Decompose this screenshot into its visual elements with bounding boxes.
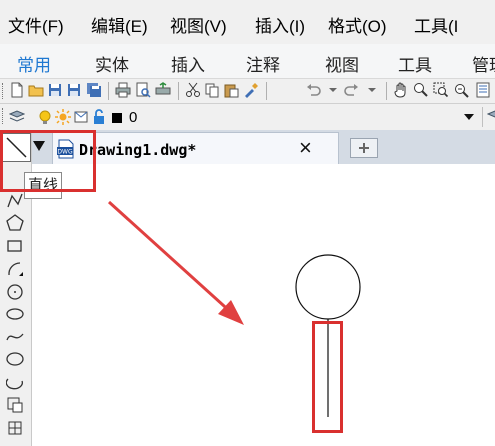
menu-file[interactable]: 文件(F) (8, 12, 64, 37)
menu-format[interactable]: 格式(O) (328, 12, 387, 37)
close-tab-icon[interactable]: × (299, 135, 312, 161)
undo-dropdown-icon[interactable] (325, 82, 341, 98)
print-preview-icon[interactable] (135, 82, 151, 98)
menu-bar: 文件(F) 编辑(E) 视图(V) 插入(I) 格式(O) 工具(I (0, 0, 495, 44)
properties-icon[interactable] (475, 82, 491, 98)
polygon-icon[interactable] (6, 214, 24, 232)
plus-icon (359, 143, 369, 153)
tab-solid[interactable]: 实体 (95, 51, 129, 76)
menu-insert[interactable]: 插入(I) (255, 12, 305, 37)
tab-tools[interactable]: 工具 (398, 51, 432, 76)
zoom-realtime-icon[interactable] (413, 82, 429, 98)
toolbar-grip[interactable] (2, 83, 6, 99)
tab-annotate[interactable]: 注释 (246, 51, 280, 76)
polyline-icon[interactable] (6, 192, 24, 210)
circle-icon[interactable] (6, 283, 24, 301)
lock-icon[interactable] (91, 109, 107, 125)
layer-color-swatch[interactable] (112, 113, 122, 123)
lightbulb-icon[interactable] (37, 109, 53, 125)
spline-icon[interactable] (6, 328, 24, 346)
new-icon[interactable] (9, 82, 25, 98)
menu-tools[interactable]: 工具(I (414, 12, 458, 37)
drawing-area (107, 200, 361, 417)
rectangle-icon[interactable] (6, 237, 24, 255)
menu-view[interactable]: 视图(V) (170, 12, 227, 37)
match-properties-icon[interactable] (243, 82, 259, 98)
publish-icon[interactable] (155, 82, 171, 98)
layer-manager-icon[interactable] (9, 109, 25, 125)
paste-icon[interactable] (223, 82, 239, 98)
make-block-icon[interactable] (6, 419, 24, 437)
layer-toolbar: 0 (0, 104, 495, 131)
ellipse-arc-icon[interactable] (6, 373, 24, 391)
undo-icon[interactable] (305, 82, 321, 98)
drawing-canvas[interactable] (32, 164, 495, 446)
save-as-icon[interactable] (66, 82, 82, 98)
new-tab-button[interactable] (350, 138, 378, 158)
zoom-window-icon[interactable] (433, 82, 449, 98)
layer-name-value[interactable]: 0 (129, 109, 137, 126)
copy-icon[interactable] (204, 82, 220, 98)
toolbar-grip[interactable] (2, 108, 6, 124)
redo-icon[interactable] (344, 82, 360, 98)
viewport-freeze-icon[interactable] (73, 109, 89, 125)
save-all-icon[interactable] (86, 82, 102, 98)
insert-block-icon[interactable] (6, 396, 24, 414)
arc-icon[interactable] (6, 260, 24, 278)
ellipse-icon[interactable] (6, 350, 24, 368)
tab-view[interactable]: 视图 (325, 51, 359, 76)
annotation-arrow-shaft (107, 200, 236, 317)
document-tab-strip: DWG Drawing1.dwg* × (32, 130, 495, 165)
print-icon[interactable] (115, 82, 131, 98)
save-icon[interactable] (47, 82, 63, 98)
tab-manage[interactable]: 管理 (472, 51, 495, 76)
layer-dropdown-arrow-icon[interactable] (464, 112, 474, 122)
redo-dropdown-icon[interactable] (364, 82, 380, 98)
menu-edit[interactable]: 编辑(E) (91, 12, 148, 37)
cut-icon[interactable] (185, 82, 201, 98)
tab-common[interactable]: 常用 (17, 51, 51, 76)
pan-icon[interactable] (393, 82, 409, 98)
drawn-circle[interactable] (295, 254, 361, 320)
highlight-box-line-tool (0, 130, 96, 192)
sun-icon[interactable] (55, 109, 71, 125)
zoom-previous-icon[interactable] (453, 82, 469, 98)
highlight-box-drawn-line (312, 321, 343, 433)
revision-cloud-icon[interactable] (6, 305, 24, 323)
document-tab-name: Drawing1.dwg* (79, 141, 197, 159)
ribbon-tabs: 常用 实体 插入 注释 视图 工具 管理 (0, 44, 495, 79)
standard-toolbar (0, 79, 495, 104)
layer-previous-icon[interactable] (487, 109, 495, 125)
open-icon[interactable] (28, 82, 44, 98)
tab-insert[interactable]: 插入 (171, 51, 205, 76)
